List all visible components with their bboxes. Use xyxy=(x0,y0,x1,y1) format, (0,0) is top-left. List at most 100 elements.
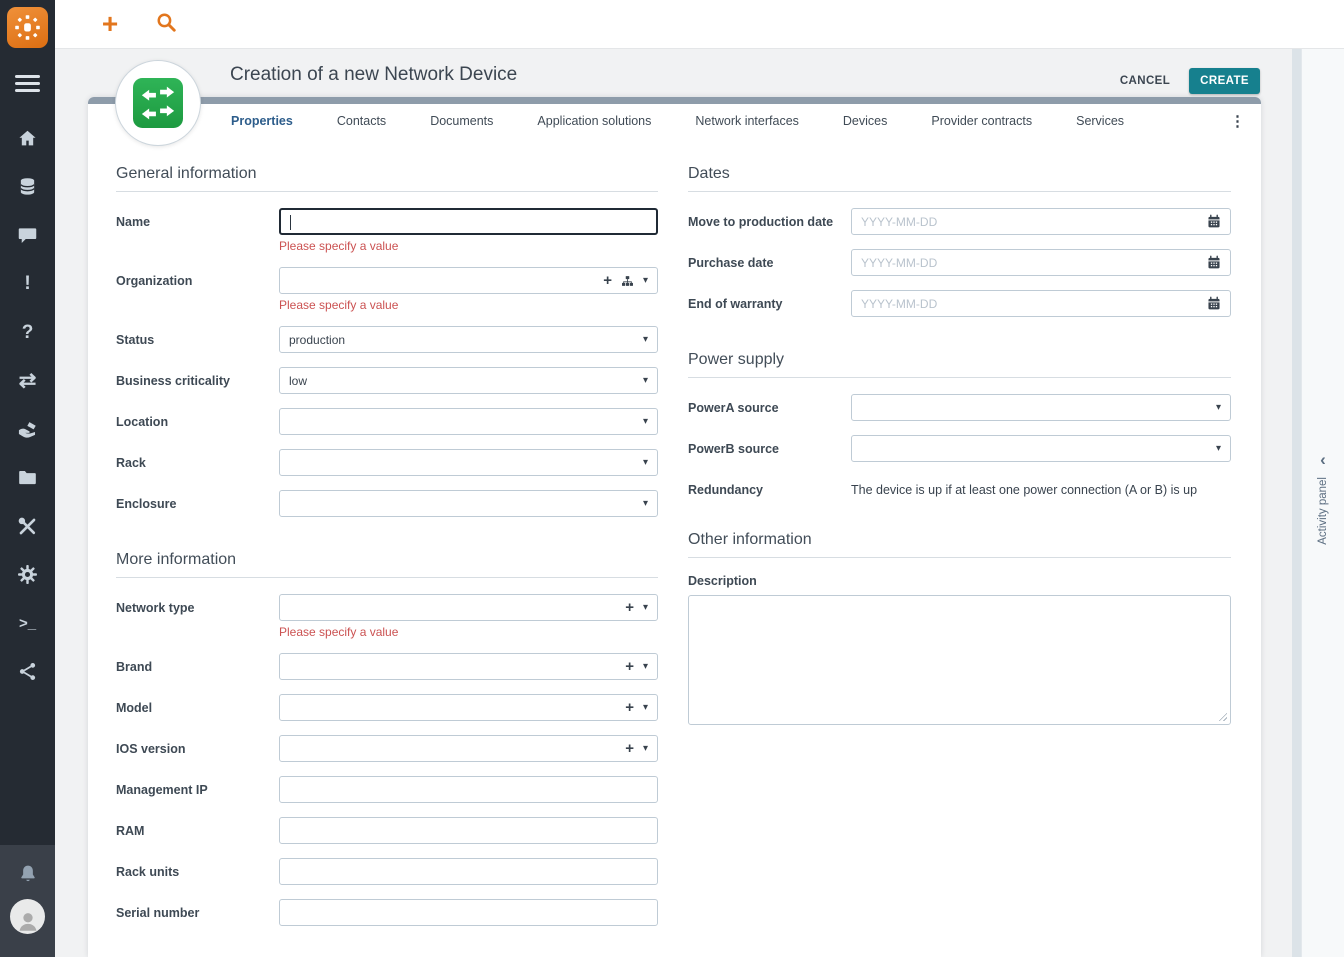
sidebar-item-helpdesk[interactable] xyxy=(0,211,55,260)
brand-select[interactable]: +▾ xyxy=(279,653,658,680)
sidebar-notifications[interactable] xyxy=(17,863,39,885)
sidebar-item-data-sources[interactable] xyxy=(0,648,55,697)
name-input[interactable] xyxy=(279,208,658,235)
add-icon[interactable]: + xyxy=(625,659,634,674)
tab-documents[interactable]: Documents xyxy=(430,114,493,128)
caret-down-icon[interactable]: ▾ xyxy=(643,417,648,427)
cancel-button[interactable]: CANCEL xyxy=(1114,69,1176,93)
caret-down-icon[interactable]: ▾ xyxy=(643,499,648,509)
sidebar-menu: !? ⇄ >_ xyxy=(0,114,55,696)
model-select[interactable]: +▾ xyxy=(279,694,658,721)
tab-properties[interactable]: Properties xyxy=(231,114,293,128)
management-ip-input[interactable] xyxy=(279,776,658,803)
sidebar-item-change-management[interactable]: ⇄ xyxy=(0,357,55,406)
ram-input[interactable] xyxy=(279,817,658,844)
sidebar-item-admin-tools[interactable] xyxy=(0,551,55,600)
field-main: +▾ xyxy=(279,694,658,721)
tab-devices[interactable]: Devices xyxy=(843,114,887,128)
ios-version-select[interactable]: +▾ xyxy=(279,735,658,762)
business-criticality-select[interactable]: low▾ xyxy=(279,367,658,394)
sidebar-item-configuration-management[interactable] xyxy=(0,454,55,503)
add-icon[interactable]: + xyxy=(625,741,634,756)
new-object-button[interactable]: + xyxy=(97,10,123,38)
create-button[interactable]: CREATE xyxy=(1189,68,1260,94)
field-end-of-warranty: End of warrantyYYYY-MM-DD xyxy=(688,290,1231,317)
chat-icon xyxy=(17,225,38,246)
sidebar-user-menu[interactable] xyxy=(10,899,45,934)
sidebar-item-data-tools[interactable] xyxy=(0,502,55,551)
resize-handle[interactable] xyxy=(1218,712,1227,721)
field-label: Rack units xyxy=(116,858,279,885)
field-main xyxy=(279,776,658,803)
add-icon[interactable]: + xyxy=(603,273,612,288)
calendar-icon[interactable] xyxy=(1207,214,1221,229)
caret-down-icon[interactable]: ▾ xyxy=(643,703,648,713)
sidebar-item-home[interactable] xyxy=(0,114,55,163)
serial-number-input[interactable] xyxy=(279,899,658,926)
sidebar-item-incident-management[interactable]: ! xyxy=(0,260,55,309)
caret-down-icon[interactable]: ▾ xyxy=(643,335,648,345)
network-type-select[interactable]: +▾ xyxy=(279,594,658,621)
field-main: low▾ xyxy=(279,367,658,394)
caret-down-icon[interactable]: ▾ xyxy=(643,376,648,386)
field-ram: RAM xyxy=(116,817,658,844)
tab-contacts[interactable]: Contacts xyxy=(337,114,386,128)
caret-down-icon[interactable]: ▾ xyxy=(1216,444,1221,454)
end-of-warranty-date-input[interactable]: YYYY-MM-DD xyxy=(851,290,1231,317)
hierarchy-icon[interactable] xyxy=(621,275,634,287)
sidebar-item-problem-management[interactable]: ? xyxy=(0,308,55,357)
activity-panel-toggle[interactable]: ‹ Activity panel xyxy=(1301,49,1344,957)
tab-provider-contracts[interactable]: Provider contracts xyxy=(931,114,1032,128)
field-label: End of warranty xyxy=(688,290,851,317)
text-cursor xyxy=(290,215,291,230)
field-description: Description xyxy=(688,574,1231,725)
addons: ▾ xyxy=(1216,403,1221,413)
field-rack-units: Rack units xyxy=(116,858,658,885)
organization-select[interactable]: +▾ xyxy=(279,267,658,294)
caret-down-icon[interactable]: ▾ xyxy=(643,276,648,286)
question-icon: ? xyxy=(22,323,34,342)
caret-down-icon[interactable]: ▾ xyxy=(643,458,648,468)
caret-down-icon[interactable]: ▾ xyxy=(1216,403,1221,413)
calendar-icon[interactable] xyxy=(1207,296,1221,311)
location-select[interactable]: ▾ xyxy=(279,408,658,435)
add-icon[interactable]: + xyxy=(625,700,634,715)
powerb-source-select[interactable]: ▾ xyxy=(851,435,1231,462)
top-toolbar: + xyxy=(55,0,1344,49)
enclosure-select[interactable]: ▾ xyxy=(279,490,658,517)
add-icon[interactable]: + xyxy=(625,600,634,615)
move-to-production-date-date-input[interactable]: YYYY-MM-DD xyxy=(851,208,1231,235)
caret-down-icon[interactable]: ▾ xyxy=(643,744,648,754)
field-serial-number: Serial number xyxy=(116,899,658,926)
sidebar-item-data-administration[interactable] xyxy=(0,163,55,212)
field-main xyxy=(279,817,658,844)
object-creation-panel: Properties Contacts Documents Application s… xyxy=(88,97,1261,957)
tab-services[interactable]: Services xyxy=(1076,114,1124,128)
caret-down-icon[interactable]: ▾ xyxy=(643,603,648,613)
global-search-button[interactable] xyxy=(153,11,179,38)
kebab-menu-icon[interactable]: ⋮ xyxy=(1230,112,1261,130)
powera-source-select[interactable]: ▾ xyxy=(851,394,1231,421)
page-title: Creation of a new Network Device xyxy=(230,64,517,86)
tab-network-interfaces[interactable]: Network interfaces xyxy=(695,114,799,128)
tab-application-solutions[interactable]: Application solutions xyxy=(537,114,651,128)
page-scrollbar[interactable] xyxy=(1292,49,1301,957)
description-textarea[interactable] xyxy=(688,595,1231,725)
status-select[interactable]: production▾ xyxy=(279,326,658,353)
chevron-left-icon: ‹ xyxy=(1320,451,1326,468)
rack-units-input[interactable] xyxy=(279,858,658,885)
field-powera-source: PowerA source▾ xyxy=(688,394,1231,421)
calendar-icon[interactable] xyxy=(1207,255,1221,270)
home-icon xyxy=(17,128,38,149)
caret-down-icon[interactable]: ▾ xyxy=(643,662,648,672)
sidebar-item-oql-console[interactable]: >_ xyxy=(0,599,55,648)
rack-select[interactable]: ▾ xyxy=(279,449,658,476)
bell-icon xyxy=(17,863,39,885)
field-main: YYYY-MM-DD xyxy=(851,290,1231,317)
field-static-value: The device is up if at least one power c… xyxy=(851,476,1231,497)
menu-toggle-button[interactable] xyxy=(15,75,40,92)
folder-icon xyxy=(17,467,38,488)
itop-logo[interactable] xyxy=(7,7,48,48)
sidebar-item-service-management[interactable] xyxy=(0,405,55,454)
purchase-date-date-input[interactable]: YYYY-MM-DD xyxy=(851,249,1231,276)
